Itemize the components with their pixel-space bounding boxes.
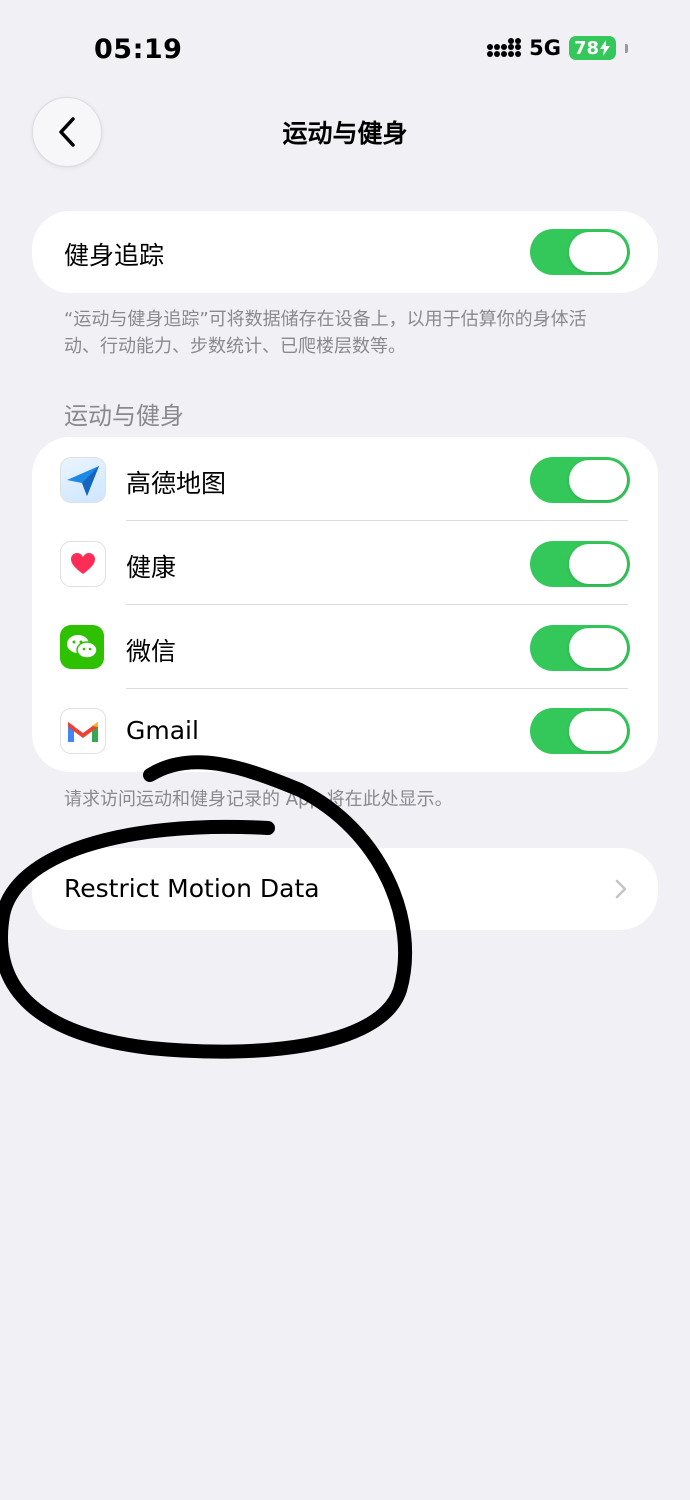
health-heart-icon [60, 541, 106, 587]
list-item-gmail: Gmail [32, 689, 658, 772]
toggle-knob [569, 544, 627, 584]
battery-level: 78 [573, 37, 599, 59]
app-name: Gmail [126, 716, 199, 745]
battery-tip [625, 43, 628, 53]
chevron-right-icon [615, 879, 627, 899]
section-header: 运动与健身 [64, 402, 184, 430]
fitness-tracking-card: 健身追踪 [32, 211, 658, 293]
fitness-tracking-toggle[interactable] [530, 229, 630, 275]
wechat-icon [60, 625, 104, 669]
gmail-toggle[interactable] [530, 708, 630, 754]
cellular-signal-icon [487, 38, 522, 57]
fitness-tracking-footer: “运动与健身追踪”可将数据储存在设备上，以用于估算你的身体活动、行动能力、步数统… [64, 309, 587, 357]
restrict-motion-data-label: Restrict Motion Data [64, 874, 320, 903]
apps-footer: 请求访问运动和健身记录的 App 将在此处显示。 [64, 789, 453, 810]
status-time: 05:19 [94, 34, 183, 65]
amap-icon [60, 457, 106, 503]
wechat-toggle[interactable] [530, 625, 630, 671]
app-name: 健康 [126, 553, 177, 582]
gmail-icon [60, 708, 106, 754]
fitness-tracking-label: 健身追踪 [64, 241, 165, 270]
list-item-health: 健康 [32, 521, 658, 605]
restrict-motion-data-row[interactable]: Restrict Motion Data [32, 848, 658, 930]
battery-indicator: 78 [568, 36, 616, 60]
page-title: 运动与健身 [282, 119, 408, 148]
toggle-knob [569, 460, 627, 500]
app-name: 高德地图 [126, 469, 227, 498]
list-item-wechat: 微信 [32, 605, 658, 689]
status-indicators: 5G 78 [487, 36, 628, 60]
toggle-knob [569, 628, 627, 668]
list-item-amap: 高德地图 [32, 437, 658, 521]
amap-toggle[interactable] [530, 457, 630, 503]
toggle-knob [569, 711, 627, 751]
network-type: 5G [529, 36, 561, 60]
charging-bolt-icon [600, 40, 610, 56]
health-toggle[interactable] [530, 541, 630, 587]
toggle-knob [569, 232, 627, 272]
app-name: 微信 [126, 637, 177, 666]
apps-card: 高德地图 健康 微信 Gmail [32, 437, 658, 772]
